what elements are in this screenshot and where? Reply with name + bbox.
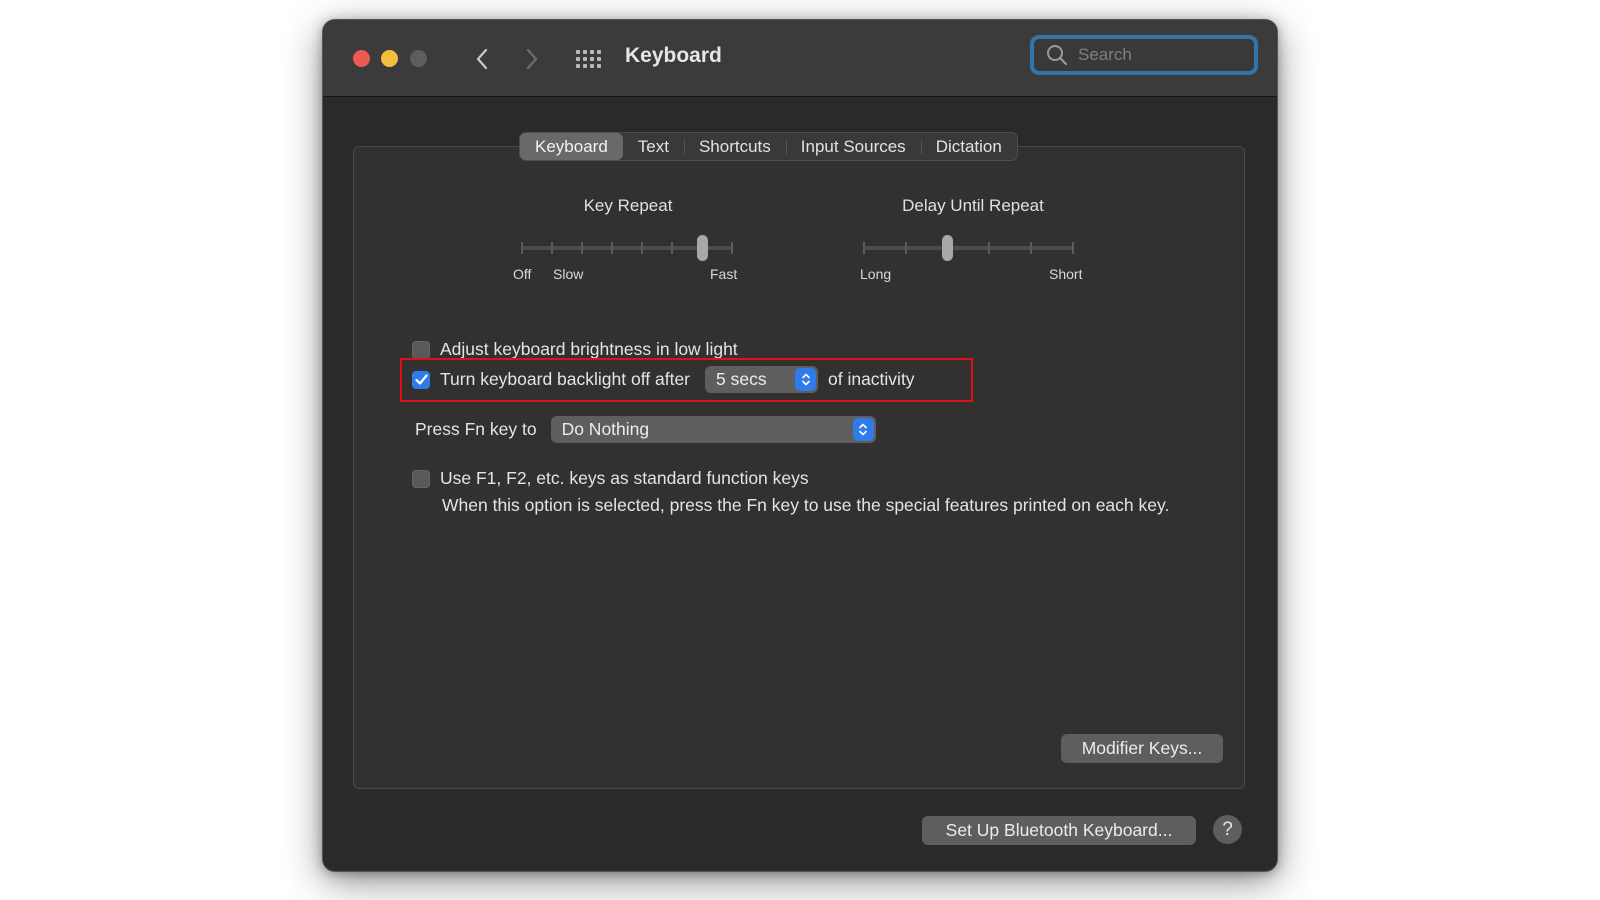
fn-key-row: Press Fn key to Do Nothing xyxy=(415,416,876,443)
standard-function-keys-row: Use F1, F2, etc. keys as standard functi… xyxy=(412,468,809,489)
adjust-brightness-label: Adjust keyboard brightness in low light xyxy=(440,339,738,359)
forward-button[interactable] xyxy=(517,42,547,76)
help-button[interactable]: ? xyxy=(1213,815,1242,844)
adjust-brightness-checkbox[interactable] xyxy=(412,340,430,359)
zoom-button[interactable] xyxy=(410,50,427,67)
delay-label-short: Short xyxy=(1049,266,1083,282)
popup-stepper-icon xyxy=(795,368,816,391)
show-all-grid-icon[interactable] xyxy=(576,50,602,68)
delay-label-long: Long xyxy=(860,266,892,282)
key-repeat-label-fast: Fast xyxy=(710,266,738,282)
tab-dictation[interactable]: Dictation xyxy=(920,133,1017,160)
back-button[interactable] xyxy=(467,42,497,76)
key-repeat-tick xyxy=(611,242,613,254)
tab-shortcuts[interactable]: Shortcuts xyxy=(683,133,786,160)
key-repeat-tick xyxy=(551,242,553,254)
checkmark-icon xyxy=(414,374,428,385)
delay-until-repeat-tick xyxy=(904,242,907,254)
minimize-button[interactable] xyxy=(381,50,398,67)
chevron-right-icon xyxy=(526,48,538,70)
popup-stepper-icon xyxy=(852,418,874,441)
fn-key-label: Press Fn key to xyxy=(415,419,537,439)
key-repeat-tick xyxy=(521,242,523,254)
search-field[interactable] xyxy=(1030,35,1258,75)
standard-function-keys-description: When this option is selected, press the … xyxy=(442,495,1170,515)
backlight-off-row: Turn keyboard backlight off after 5 secs… xyxy=(412,366,915,393)
delay-until-repeat-slider[interactable] xyxy=(863,235,1074,261)
delay-until-repeat-tick xyxy=(863,242,865,254)
key-repeat-label-slow: Slow xyxy=(553,266,584,282)
key-repeat-tick xyxy=(731,242,733,254)
backlight-off-suffix: of inactivity xyxy=(828,369,915,389)
search-icon xyxy=(1047,45,1068,66)
key-repeat-slider[interactable] xyxy=(521,235,733,261)
adjust-brightness-row: Adjust keyboard brightness in low light xyxy=(412,339,738,360)
keyboard-preferences-window: Keyboard Keyboard Text Shortcuts Input S… xyxy=(323,20,1277,871)
fn-key-value: Do Nothing xyxy=(561,419,650,439)
fn-key-popup[interactable]: Do Nothing xyxy=(550,416,876,443)
key-repeat-knob[interactable] xyxy=(696,235,708,261)
tab-text[interactable]: Text xyxy=(623,133,684,160)
search-input[interactable] xyxy=(1076,44,1240,66)
standard-function-keys-checkbox[interactable] xyxy=(412,469,430,488)
key-repeat-tick xyxy=(671,242,673,254)
delay-until-repeat-knob[interactable] xyxy=(942,235,954,261)
tab-keyboard[interactable]: Keyboard xyxy=(520,133,623,160)
title-bar: Keyboard xyxy=(323,20,1277,97)
standard-function-keys-label: Use F1, F2, etc. keys as standard functi… xyxy=(440,468,809,488)
backlight-duration-value: 5 secs xyxy=(716,369,767,389)
delay-until-repeat-tick xyxy=(1030,242,1033,254)
close-button[interactable] xyxy=(353,50,370,67)
backlight-off-label: Turn keyboard backlight off after xyxy=(440,369,690,389)
chevron-left-icon xyxy=(476,48,488,70)
key-repeat-tick xyxy=(581,242,583,254)
key-repeat-title: Key Repeat xyxy=(583,196,673,215)
backlight-off-checkbox[interactable] xyxy=(412,370,430,389)
modifier-keys-button[interactable]: Modifier Keys... xyxy=(1061,734,1223,763)
tab-input-sources[interactable]: Input Sources xyxy=(785,133,921,160)
window-title: Keyboard xyxy=(625,44,722,67)
backlight-duration-popup[interactable]: 5 secs xyxy=(705,366,818,393)
delay-until-repeat-tick xyxy=(1072,242,1074,254)
tab-bar: Keyboard Text Shortcuts Input Sources Di… xyxy=(519,132,1018,161)
delay-until-repeat-tick xyxy=(988,242,991,254)
key-repeat-tick xyxy=(641,242,643,254)
set-up-bluetooth-keyboard-button[interactable]: Set Up Bluetooth Keyboard... xyxy=(922,816,1196,845)
key-repeat-label-off: Off xyxy=(513,266,532,282)
delay-until-repeat-title: Delay Until Repeat xyxy=(902,196,1044,215)
